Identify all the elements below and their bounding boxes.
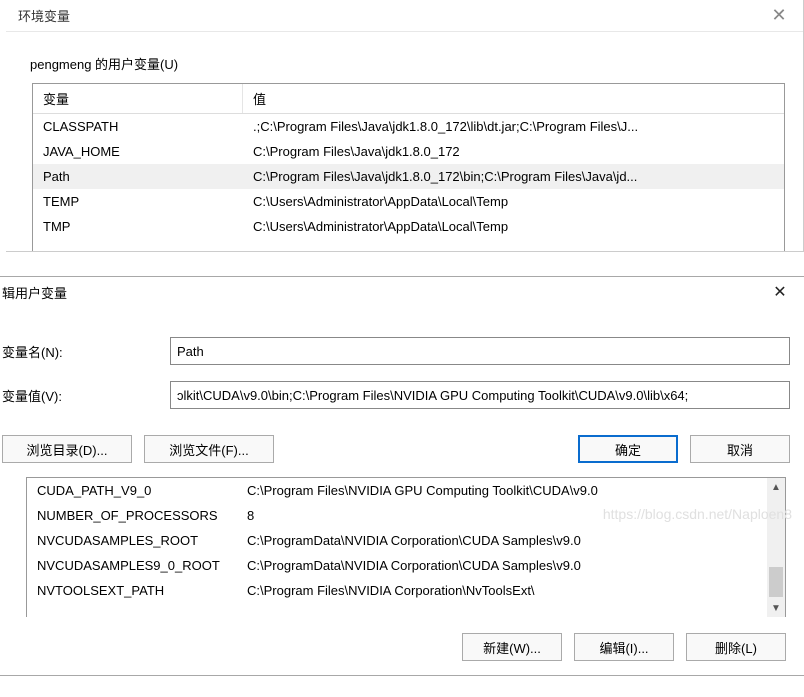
table-header: 变量 值 bbox=[33, 84, 784, 114]
env-vars-dialog: 环境变量 ✕ pengmeng 的用户变量(U) 变量 值 CLASSPATH.… bbox=[6, 0, 804, 252]
cell-var: Path bbox=[33, 166, 243, 187]
dialog-title: 环境变量 bbox=[18, 6, 70, 25]
cell-val: .;C:\Program Files\Java\jdk1.8.0_172\lib… bbox=[243, 116, 784, 137]
edit-user-var-dialog: 辑用户变量 ✕ 变量名(N): 变量值(V): 浏览目录(D)... 浏览文件(… bbox=[0, 276, 804, 676]
table-row[interactable]: NVCUDASAMPLES9_0_ROOTC:\ProgramData\NVID… bbox=[27, 553, 785, 578]
scrollbar[interactable]: ▲ ▼ bbox=[767, 478, 785, 617]
table-row[interactable]: TEMPC:\Users\Administrator\AppData\Local… bbox=[33, 189, 784, 214]
edit-title-bar: 辑用户变量 ✕ bbox=[0, 277, 804, 307]
cell-val: C:\Program Files\NVIDIA Corporation\NvTo… bbox=[237, 580, 785, 601]
var-name-input[interactable] bbox=[170, 337, 790, 365]
scroll-thumb[interactable] bbox=[769, 567, 783, 597]
table-row[interactable]: PathC:\Program Files\Java\jdk1.8.0_172\b… bbox=[33, 164, 784, 189]
table-row[interactable]: NUMBER_OF_PROCESSORS8 bbox=[27, 503, 785, 528]
table-row[interactable]: CLASSPATH.;C:\Program Files\Java\jdk1.8.… bbox=[33, 114, 784, 139]
cell-val: C:\ProgramData\NVIDIA Corporation\CUDA S… bbox=[237, 530, 785, 551]
new-button[interactable]: 新建(W)... bbox=[462, 633, 562, 661]
scroll-up-icon[interactable]: ▲ bbox=[767, 478, 785, 496]
cell-val: C:\Program Files\Java\jdk1.8.0_172 bbox=[243, 141, 784, 162]
ok-button[interactable]: 确定 bbox=[578, 435, 678, 463]
cell-var: CLASSPATH bbox=[33, 116, 243, 137]
cell-val: C:\Program Files\Java\jdk1.8.0_172\bin;C… bbox=[243, 166, 784, 187]
table-row[interactable]: TMPC:\Users\Administrator\AppData\Local\… bbox=[33, 214, 784, 239]
scroll-down-icon[interactable]: ▼ bbox=[767, 599, 785, 617]
edit-button[interactable]: 编辑(I)... bbox=[574, 633, 674, 661]
cancel-button[interactable]: 取消 bbox=[690, 435, 790, 463]
col-value[interactable]: 值 bbox=[243, 84, 784, 113]
cell-var: TMP bbox=[33, 216, 243, 237]
var-name-label: 变量名(N): bbox=[0, 342, 170, 361]
table-row[interactable]: CUDA_PATH_V9_0C:\Program Files\NVIDIA GP… bbox=[27, 478, 785, 503]
table-row[interactable]: JAVA_HOMEC:\Program Files\Java\jdk1.8.0_… bbox=[33, 139, 784, 164]
cell-var: TEMP bbox=[33, 191, 243, 212]
title-bar: 环境变量 ✕ bbox=[6, 0, 803, 32]
var-value-input[interactable] bbox=[170, 381, 790, 409]
cell-var: NVCUDASAMPLES_ROOT bbox=[27, 530, 237, 551]
table-row[interactable]: NVCUDASAMPLES_ROOTC:\ProgramData\NVIDIA … bbox=[27, 528, 785, 553]
cell-val: C:\ProgramData\NVIDIA Corporation\CUDA S… bbox=[237, 555, 785, 576]
table-row[interactable]: NVTOOLSEXT_PATHC:\Program Files\NVIDIA C… bbox=[27, 578, 785, 603]
edit-dialog-title: 辑用户变量 bbox=[2, 283, 67, 302]
user-vars-group-label: pengmeng 的用户变量(U) bbox=[6, 32, 803, 83]
browse-file-button[interactable]: 浏览文件(F)... bbox=[144, 435, 274, 463]
close-icon[interactable]: ✕ bbox=[755, 0, 803, 32]
system-vars-table[interactable]: CUDA_PATH_V9_0C:\Program Files\NVIDIA GP… bbox=[26, 477, 786, 617]
close-icon[interactable]: ✕ bbox=[756, 277, 804, 307]
user-vars-table[interactable]: 变量 值 CLASSPATH.;C:\Program Files\Java\jd… bbox=[32, 83, 785, 251]
cell-val: C:\Program Files\NVIDIA GPU Computing To… bbox=[237, 480, 785, 501]
browse-dir-button[interactable]: 浏览目录(D)... bbox=[2, 435, 132, 463]
cell-val: C:\Users\Administrator\AppData\Local\Tem… bbox=[243, 191, 784, 212]
var-value-label: 变量值(V): bbox=[0, 386, 170, 405]
delete-button[interactable]: 删除(L) bbox=[686, 633, 786, 661]
cell-var: CUDA_PATH_V9_0 bbox=[27, 480, 237, 501]
cell-val: 8 bbox=[237, 505, 785, 526]
cell-var: JAVA_HOME bbox=[33, 141, 243, 162]
cell-var: NVCUDASAMPLES9_0_ROOT bbox=[27, 555, 237, 576]
cell-var: NUMBER_OF_PROCESSORS bbox=[27, 505, 237, 526]
cell-var: NVTOOLSEXT_PATH bbox=[27, 580, 237, 601]
cell-val: C:\Users\Administrator\AppData\Local\Tem… bbox=[243, 216, 784, 237]
col-variable[interactable]: 变量 bbox=[33, 84, 243, 113]
